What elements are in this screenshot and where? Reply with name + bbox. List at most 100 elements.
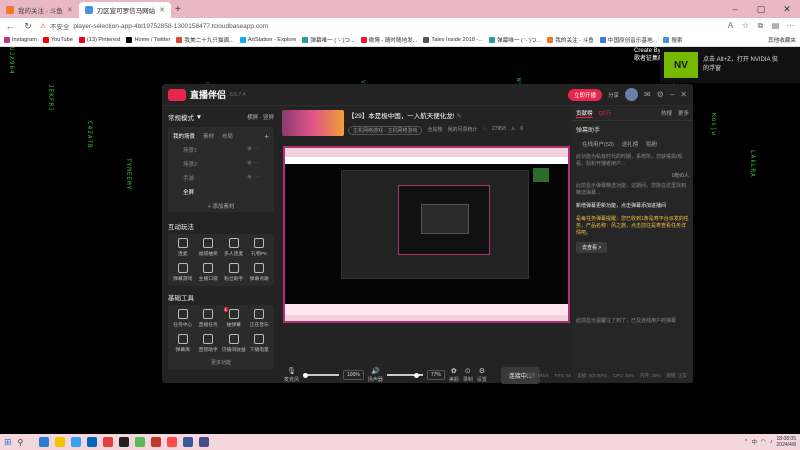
mode-selector[interactable]: 常规模式 ▼ 横屏 · 竖屏: [162, 106, 280, 124]
read-aloud-icon[interactable]: A: [725, 21, 736, 31]
search-icon[interactable]: ⚲: [18, 438, 24, 447]
tool-button[interactable]: 粉丝助手: [221, 263, 247, 282]
nvidia-notification[interactable]: NV 点击 Alt+Z，打开 NVIDIA 侃 的浮窗: [660, 47, 800, 83]
tab-contribution[interactable]: 贡献榜: [576, 109, 593, 118]
tool-button[interactable]: 直播任务 1: [196, 307, 228, 328]
maximize-icon[interactable]: ▢: [748, 4, 774, 15]
bookmark-item[interactable]: 微博 - 随时随地发...: [360, 36, 417, 44]
scene-item[interactable]: 场景1 ◉ ⋯: [171, 143, 271, 157]
url-field[interactable]: ⚠ 不安全 player-selection-app-4bl19752858-1…: [40, 21, 268, 32]
tab-hot[interactable]: 热搜: [661, 109, 672, 117]
tool-button[interactable]: 弹幕库: [170, 334, 196, 353]
edit-icon[interactable]: ✎: [456, 113, 461, 120]
tool-button[interactable]: 弹幕点歌: [247, 263, 273, 282]
tool-button[interactable]: 礼物PK: [247, 238, 273, 257]
windows-start-icon[interactable]: ⊞: [4, 437, 12, 448]
new-tab-icon[interactable]: +: [171, 4, 185, 15]
taskbar-app-icon[interactable]: [135, 437, 146, 447]
ranking-link[interactable]: 全站榜: [427, 126, 442, 135]
tool-button[interactable]: 主播口袋: [196, 263, 222, 282]
tool-button[interactable]: 正在音乐: [247, 309, 273, 328]
scene-item[interactable]: 场景2 ◉ ⋯: [171, 157, 271, 171]
taskbar-app-icon[interactable]: [167, 437, 178, 447]
start-live-button[interactable]: 立即开播: [567, 88, 602, 101]
share-button[interactable]: 分享: [608, 91, 619, 99]
collections-icon[interactable]: ▤: [770, 21, 781, 31]
tool-button[interactable]: 弹幕游戏: [170, 263, 196, 282]
chevron-up-icon[interactable]: ^: [745, 439, 748, 445]
bookmark-item[interactable]: (13) Pinterest: [78, 37, 120, 43]
orientation-toggle[interactable]: 横屏 · 竖屏: [247, 113, 274, 121]
gift-count[interactable]: Q2万: [599, 109, 612, 117]
close-icon[interactable]: ✕: [159, 6, 165, 14]
browser-tab-active[interactable]: 刀区宣可罗信马网站 ✕: [78, 2, 172, 18]
taskbar-app-icon[interactable]: [119, 437, 130, 447]
tool-button[interactable]: 直管助手: [196, 334, 222, 353]
more-icon[interactable]: ⋯: [785, 21, 796, 31]
message-icon[interactable]: ✉: [644, 90, 651, 99]
network-icon[interactable]: ◠: [761, 439, 766, 445]
bookmark-item[interactable]: 弹幕唯一 ( '-`)つ...: [489, 36, 541, 44]
refresh-icon[interactable]: ↻: [22, 21, 34, 32]
bookmark-item[interactable]: ArtStation - Explore: [239, 37, 296, 43]
favorite-star-icon[interactable]: ☆: [740, 21, 751, 31]
other-bookmarks[interactable]: 其他收藏夹: [768, 36, 796, 44]
bookmark-item[interactable]: 搜索: [663, 36, 682, 44]
volume-icon[interactable]: ♪: [770, 439, 773, 445]
taskbar-app-icon[interactable]: [151, 437, 162, 447]
live-title[interactable]: 【29】本是极中国，一入航天便化龙! ✎: [348, 110, 570, 120]
tab-my-scenes[interactable]: 我的场景: [173, 132, 195, 141]
tool-button[interactable]: 福袋抽奖: [196, 238, 222, 257]
view-task-button[interactable]: 去查看 >: [576, 242, 608, 253]
tool-button[interactable]: 抽弹幕: [221, 309, 247, 328]
tab-fans[interactable]: 贴粉: [646, 140, 657, 148]
tool-button[interactable]: 多人连麦: [221, 238, 247, 257]
minimize-icon[interactable]: –: [670, 90, 674, 99]
category-tag[interactable]: 主机网络游戏 - 主机网络游戏: [348, 126, 423, 135]
tool-button[interactable]: 连麦: [170, 238, 196, 257]
avatar[interactable]: [624, 88, 638, 101]
more-tools-button[interactable]: 更多功能: [170, 353, 272, 366]
eye-icon[interactable]: ◉ ⋯: [247, 174, 259, 182]
tab-online-users[interactable]: 在线用户(53): [582, 140, 614, 148]
taskbar-app-icon[interactable]: [183, 437, 194, 447]
bookmark-item[interactable]: 我的关注 - 斗鱼: [547, 36, 594, 44]
gear-icon[interactable]: ⚙: [657, 90, 664, 99]
input-language[interactable]: 中: [751, 438, 757, 446]
taskbar-app-icon[interactable]: [103, 437, 114, 447]
bookmark-item[interactable]: Instagram: [4, 37, 37, 43]
back-icon[interactable]: ←: [4, 21, 16, 31]
tab-gift-rank[interactable]: 送礼榜: [622, 140, 639, 148]
bookmark-item[interactable]: Home / Twitter: [126, 37, 170, 43]
tab-materials[interactable]: 素材: [203, 132, 214, 141]
extensions-icon[interactable]: ⧉: [755, 21, 766, 31]
tool-button[interactable]: 下播电量: [247, 334, 273, 353]
close-icon[interactable]: ✕: [67, 6, 73, 14]
clock[interactable]: 18:08:05 2024/4/8: [777, 436, 796, 448]
taskbar-app-icon[interactable]: [199, 437, 210, 447]
monthly-ticket-link[interactable]: 我的月票统计: [447, 126, 477, 135]
tab-more[interactable]: 更多: [678, 109, 689, 117]
live-cover-image[interactable]: [282, 110, 344, 136]
taskbar-app-icon[interactable]: [39, 437, 50, 447]
bookmark-item[interactable]: 弹幕唯一 ( '-`)つ...: [302, 36, 355, 44]
tab-layout[interactable]: 布局: [222, 132, 233, 141]
eye-icon[interactable]: ◉ ⋯: [247, 160, 259, 168]
bookmark-item[interactable]: 中国原创音乐基地...: [599, 36, 657, 44]
add-scene-icon[interactable]: +: [264, 132, 269, 141]
add-material-button[interactable]: + 添加素材: [171, 202, 271, 210]
taskbar-app-icon[interactable]: [55, 437, 66, 447]
bookmark-item[interactable]: 我美二十九只猫面...: [176, 36, 234, 44]
taskbar-app-icon[interactable]: [71, 437, 82, 447]
tool-button[interactable]: 贝播间收益: [221, 334, 247, 353]
bookmark-item[interactable]: Tales Inside 2018 -...: [423, 37, 483, 43]
bookmark-item[interactable]: YouTube: [42, 37, 73, 43]
close-icon[interactable]: ✕: [680, 90, 687, 99]
scene-item-active[interactable]: 全屏: [171, 185, 271, 199]
scene-item[interactable]: 手游 ◉ ⋯: [171, 171, 271, 185]
close-window-icon[interactable]: ✕: [774, 4, 800, 15]
eye-icon[interactable]: ◉ ⋯: [247, 146, 259, 154]
minimize-icon[interactable]: –: [722, 4, 748, 15]
taskbar-app-icon[interactable]: [87, 437, 98, 447]
tool-button[interactable]: 任务中心: [170, 309, 196, 328]
